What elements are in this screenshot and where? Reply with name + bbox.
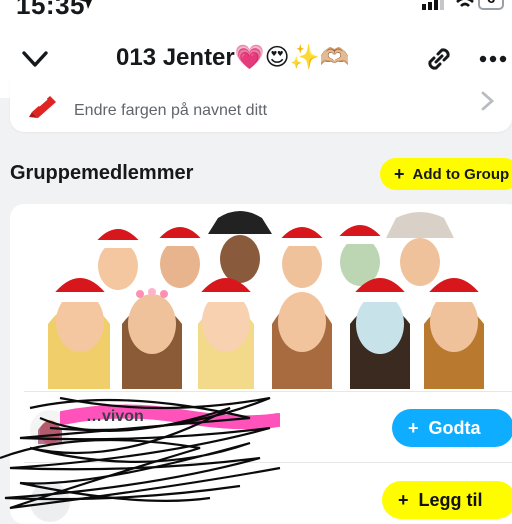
status-time: 15:35 [16,0,85,16]
accept-label: Godta [428,417,481,438]
wifi-icon [456,0,474,7]
chevron-down-icon[interactable] [18,44,52,74]
member-row-add[interactable]: + Legg til [10,464,512,524]
crayon-icon [29,96,56,118]
members-card: …vivon + Godta + Legg til [10,204,512,524]
accept-button[interactable]: + Godta [392,409,512,447]
member-name: …vivon [86,408,144,425]
add-to-group-label: Add to Group [412,165,510,183]
add-friend-button[interactable]: + Legg til [382,481,512,519]
avatar [30,482,70,522]
chevron-right-icon [481,91,495,111]
battery-level: 6 [487,0,495,7]
divider [24,462,512,463]
battery-icon: 6 [478,0,508,12]
more-icon[interactable] [478,52,508,66]
link-icon[interactable] [422,42,456,76]
plus-icon: + [398,489,409,510]
signal-icon [422,0,444,10]
group-title: 013 Jenter💗😍✨🫶🏼 [116,44,350,71]
members-section-title: Gruppemedlemmer [10,162,194,184]
name-color-subtitle: Endre fargen på navnet ditt [74,102,268,119]
add-to-group-button[interactable]: + Add to Group [380,158,512,190]
divider [24,391,512,392]
group-bitmoji-image [48,211,484,389]
plus-icon: + [408,417,419,438]
plus-icon: + [394,163,405,184]
status-bar: 15:35 6 [0,0,512,16]
member-row-pending[interactable]: …vivon + Godta [10,394,512,462]
location-arrow-icon [79,0,92,9]
name-color-card[interactable]: Endre fargen på navnet ditt [10,80,512,132]
add-friend-label: Legg til [418,489,483,510]
